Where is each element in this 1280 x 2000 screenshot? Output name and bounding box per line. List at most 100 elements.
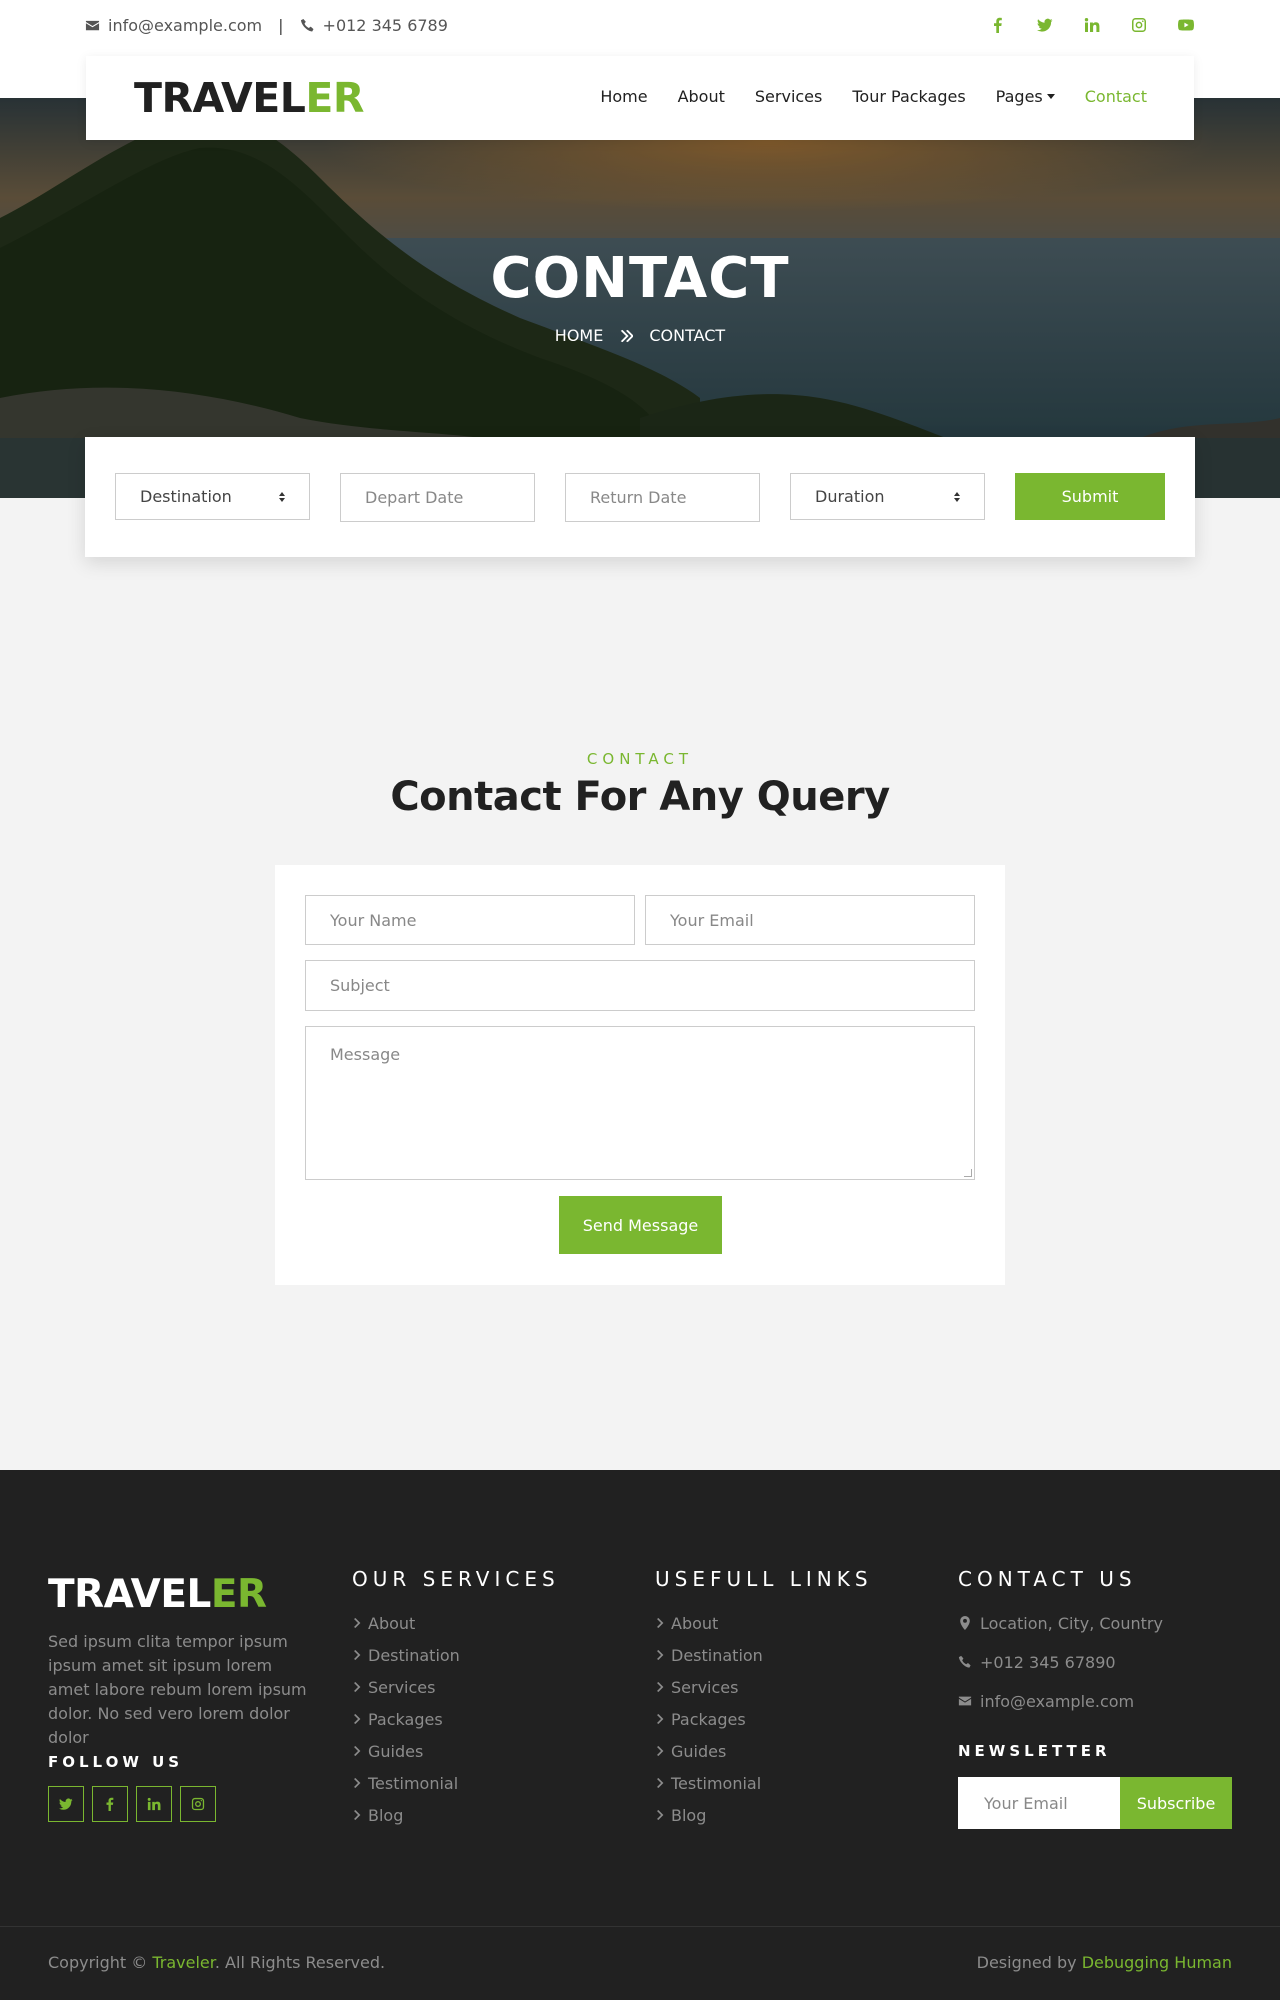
chevron-right-icon bbox=[657, 1650, 664, 1660]
footer-link-label: Guides bbox=[671, 1741, 727, 1761]
return-date-placeholder: Return Date bbox=[590, 488, 687, 507]
useful-links-heading: USEFULL LINKS bbox=[655, 1567, 873, 1591]
footer-link[interactable]: Blog bbox=[655, 1804, 763, 1826]
footer-link[interactable]: Guides bbox=[352, 1740, 460, 1762]
services-link-list: About Destination Services Packages Guid… bbox=[352, 1612, 460, 1826]
page-title: CONTACT bbox=[490, 246, 790, 311]
copyright-brand-link[interactable]: Traveler bbox=[152, 1953, 215, 1972]
footer-link[interactable]: Packages bbox=[655, 1708, 763, 1730]
footer-link[interactable]: About bbox=[352, 1612, 460, 1634]
duration-select-value: Duration bbox=[815, 487, 885, 506]
footer-brand-logo[interactable]: TRAVELER bbox=[48, 1572, 267, 1617]
footer-link[interactable]: Services bbox=[352, 1676, 460, 1698]
footer-link-label: Services bbox=[671, 1677, 739, 1697]
nav-item-about[interactable]: About bbox=[678, 87, 725, 106]
return-date-input[interactable]: Return Date bbox=[565, 473, 760, 522]
newsletter-email-input[interactable]: Your Email bbox=[958, 1777, 1120, 1829]
duration-select[interactable]: Duration bbox=[790, 473, 985, 520]
footer-link[interactable]: Testimonial bbox=[352, 1772, 460, 1794]
footer-link-label: Testimonial bbox=[368, 1773, 459, 1793]
footer-social-links bbox=[48, 1786, 216, 1822]
footer-bottom-bar: Copyright © Traveler. All Rights Reserve… bbox=[0, 1926, 1280, 2000]
footer-link[interactable]: Services bbox=[655, 1676, 763, 1698]
footer-email[interactable]: info@example.com bbox=[958, 1690, 1163, 1712]
phone-icon bbox=[958, 1655, 971, 1668]
topbar-phone[interactable]: +012 345 6789 bbox=[323, 16, 448, 35]
footer-link[interactable]: About bbox=[655, 1612, 763, 1634]
facebook-icon[interactable] bbox=[92, 1786, 128, 1822]
footer-link[interactable]: Packages bbox=[352, 1708, 460, 1730]
footer-link[interactable]: Destination bbox=[352, 1644, 460, 1666]
designer-link[interactable]: Debugging Human bbox=[1082, 1953, 1232, 1972]
main-navbar: TRAVELER Home About Services Tour Packag… bbox=[86, 56, 1194, 140]
chevron-right-icon bbox=[354, 1778, 361, 1788]
select-arrows-icon bbox=[279, 491, 285, 502]
nav-item-contact[interactable]: Contact bbox=[1085, 87, 1147, 106]
chevron-right-icon bbox=[354, 1714, 361, 1724]
subscribe-button[interactable]: Subscribe bbox=[1120, 1777, 1232, 1829]
subject-placeholder: Subject bbox=[330, 976, 390, 995]
instagram-icon[interactable] bbox=[180, 1786, 216, 1822]
chevron-right-icon bbox=[657, 1714, 664, 1724]
brand-logo[interactable]: TRAVELER bbox=[134, 74, 364, 122]
destination-select[interactable]: Destination bbox=[115, 473, 310, 520]
topbar-social-links bbox=[987, 14, 1196, 35]
nav-menu: Home About Services Tour Packages Pages … bbox=[600, 87, 1147, 106]
chevron-right-icon bbox=[657, 1682, 664, 1692]
send-message-button[interactable]: Send Message bbox=[559, 1196, 722, 1254]
footer-link-label: About bbox=[671, 1613, 719, 1633]
nav-item-pages-label: Pages bbox=[995, 87, 1043, 106]
youtube-icon[interactable] bbox=[1175, 14, 1196, 35]
newsletter-heading: NEWSLETTER bbox=[958, 1742, 1111, 1760]
instagram-icon[interactable] bbox=[1128, 14, 1149, 35]
twitter-icon[interactable] bbox=[48, 1786, 84, 1822]
linkedin-icon[interactable] bbox=[1081, 14, 1102, 35]
caret-down-icon bbox=[1046, 94, 1055, 99]
double-chevron-right-icon bbox=[621, 329, 634, 342]
nav-item-tour-packages[interactable]: Tour Packages bbox=[852, 87, 965, 106]
chevron-right-icon bbox=[354, 1650, 361, 1660]
facebook-icon[interactable] bbox=[987, 14, 1008, 35]
footer-link[interactable]: Guides bbox=[655, 1740, 763, 1762]
nav-item-pages[interactable]: Pages bbox=[996, 87, 1055, 106]
twitter-icon[interactable] bbox=[1034, 14, 1055, 35]
nav-item-home[interactable]: Home bbox=[600, 87, 647, 106]
footer-link-label: Blog bbox=[671, 1805, 707, 1825]
topbar-email[interactable]: info@example.com bbox=[108, 16, 262, 35]
chevron-right-icon bbox=[657, 1778, 664, 1788]
follow-us-heading: FOLLOW US bbox=[48, 1753, 184, 1771]
message-textarea[interactable]: Message bbox=[305, 1026, 975, 1180]
copyright-suffix: . All Rights Reserved. bbox=[214, 1953, 386, 1972]
depart-date-placeholder: Depart Date bbox=[365, 488, 464, 507]
resize-handle-icon[interactable] bbox=[964, 1169, 972, 1177]
destination-select-value: Destination bbox=[140, 487, 232, 506]
chevron-right-icon bbox=[354, 1810, 361, 1820]
services-heading: OUR SERVICES bbox=[352, 1567, 560, 1591]
footer-link[interactable]: Blog bbox=[352, 1804, 460, 1826]
envelope-icon bbox=[85, 20, 100, 31]
breadcrumb-home[interactable]: HOME bbox=[555, 326, 604, 345]
name-input[interactable]: Your Name bbox=[305, 895, 635, 945]
chevron-right-icon bbox=[657, 1746, 664, 1756]
footer-email-text: info@example.com bbox=[980, 1691, 1135, 1711]
section-title: Contact For Any Query bbox=[390, 774, 890, 820]
footer-link[interactable]: Testimonial bbox=[655, 1772, 763, 1794]
linkedin-icon[interactable] bbox=[136, 1786, 172, 1822]
footer-link[interactable]: Destination bbox=[655, 1644, 763, 1666]
message-placeholder: Message bbox=[330, 1045, 401, 1064]
footer-phone[interactable]: +012 345 67890 bbox=[958, 1651, 1163, 1673]
chevron-right-icon bbox=[354, 1682, 361, 1692]
nav-item-services[interactable]: Services bbox=[755, 87, 822, 106]
email-placeholder: Your Email bbox=[670, 910, 754, 930]
footer-brand-main: TRAVEL bbox=[48, 1572, 211, 1617]
booking-submit-button[interactable]: Submit bbox=[1015, 473, 1165, 520]
depart-date-input[interactable]: Depart Date bbox=[340, 473, 535, 522]
brand-accent: ER bbox=[305, 74, 364, 122]
footer-phone-text: +012 345 67890 bbox=[980, 1652, 1116, 1672]
email-input[interactable]: Your Email bbox=[645, 895, 975, 945]
footer-location: Location, City, Country bbox=[958, 1612, 1163, 1634]
select-arrows-icon bbox=[954, 491, 960, 502]
subject-input[interactable]: Subject bbox=[305, 960, 975, 1011]
topbar-contact-info: info@example.com | +012 345 6789 bbox=[85, 16, 448, 35]
copyright-prefix: Copyright © bbox=[48, 1953, 153, 1972]
